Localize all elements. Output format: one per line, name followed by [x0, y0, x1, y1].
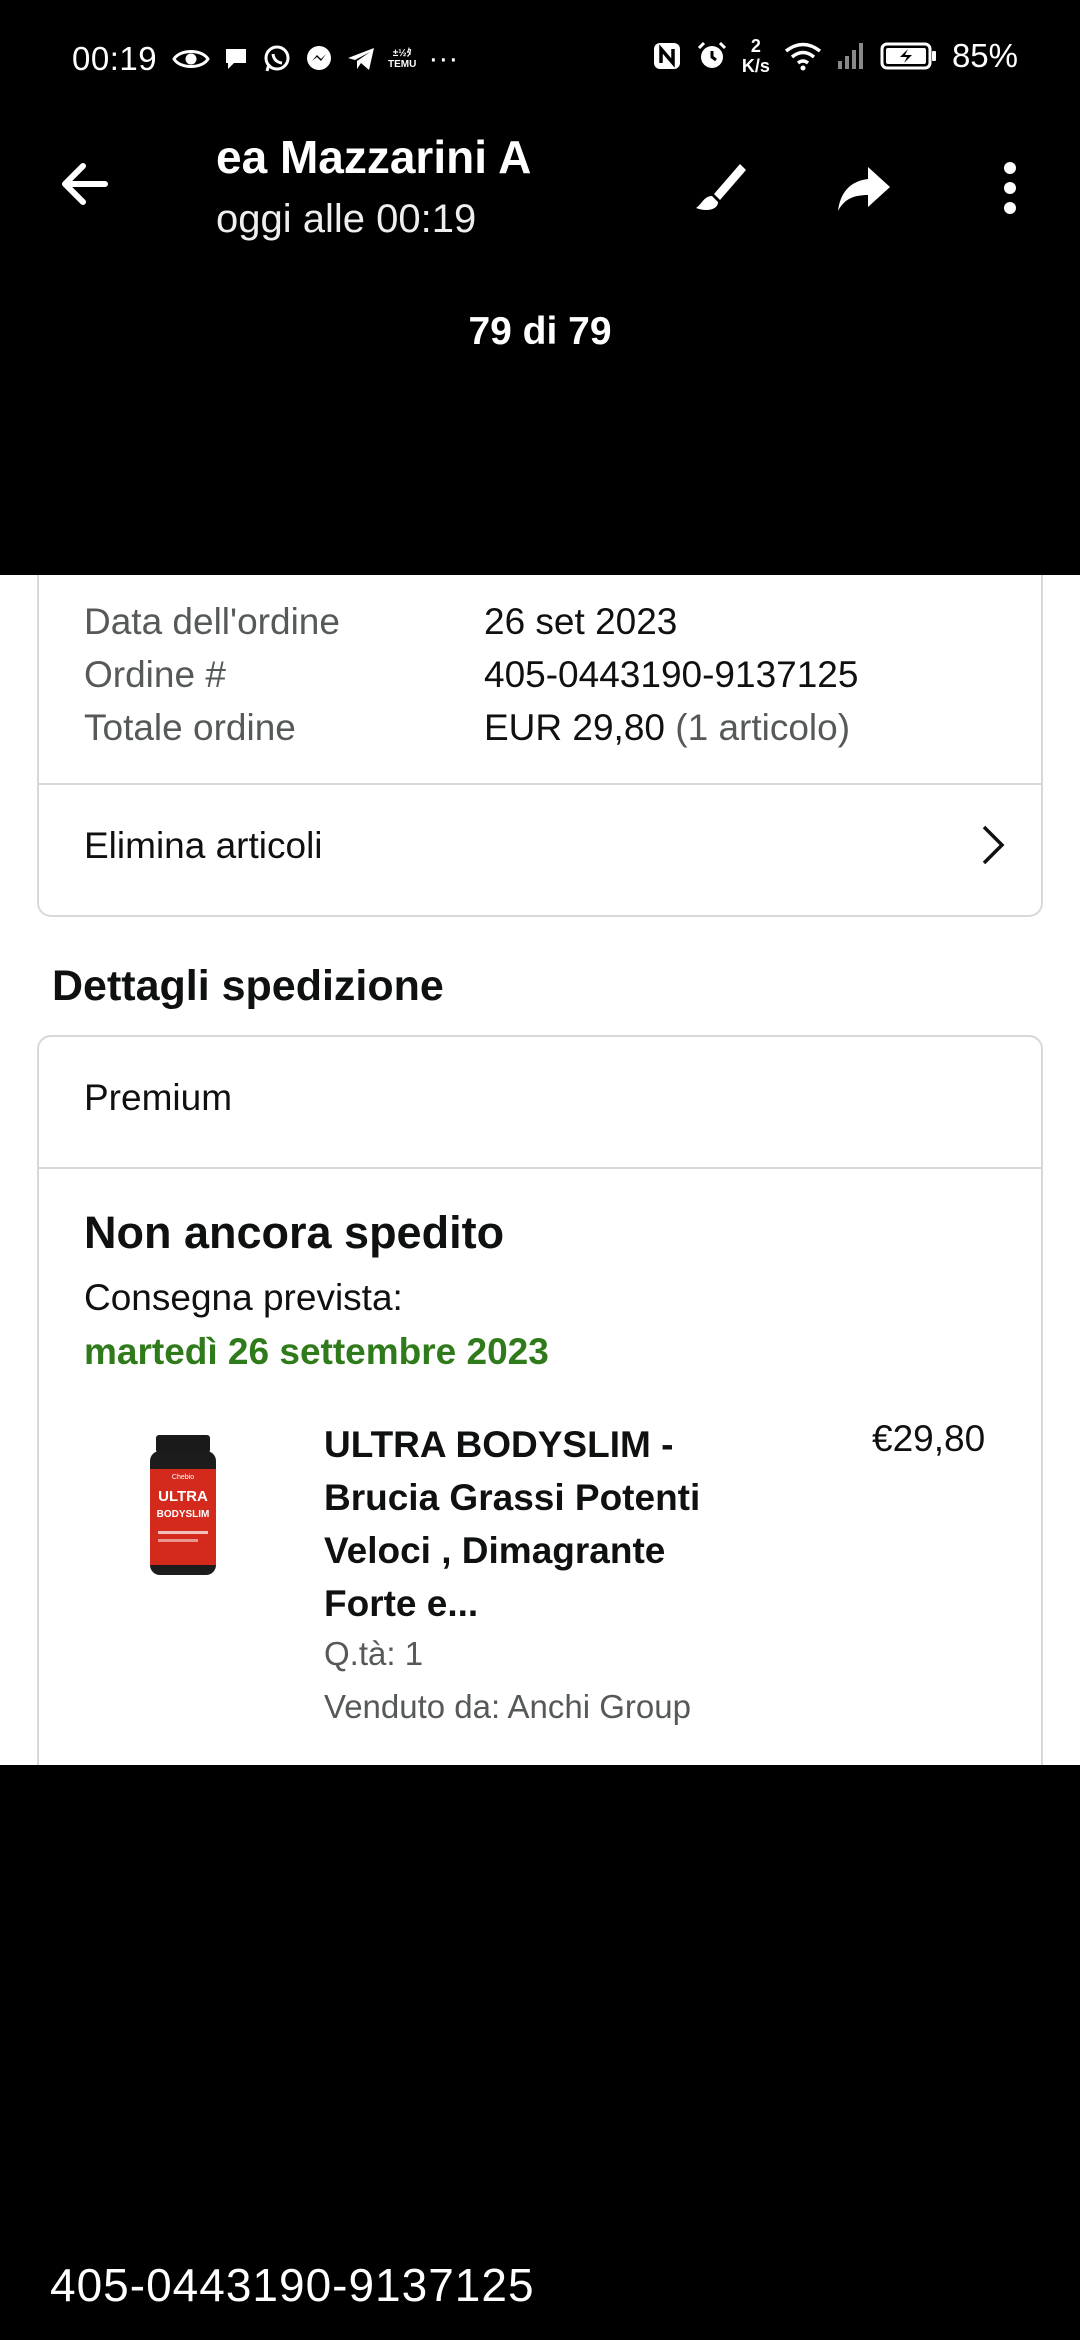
forward-button[interactable]	[832, 156, 896, 220]
delete-items-link[interactable]: Elimina articoli	[84, 825, 323, 867]
nfc-icon	[652, 41, 682, 71]
shipping-card	[37, 1035, 1043, 1765]
order-row: Totale ordine EUR 29,80 (1 articolo)	[84, 701, 858, 754]
more-dots-icon: ···	[428, 42, 459, 75]
product-seller: Venduto da: Anchi Group	[324, 1688, 691, 1725]
svg-text:ULTRA: ULTRA	[158, 1488, 208, 1505]
whatsapp-icon	[262, 44, 292, 74]
order-row-value: 405-0443190-9137125	[484, 654, 859, 695]
wifi-icon	[784, 41, 822, 71]
shipping-section-title: Dettagli spedizione	[52, 962, 444, 1010]
image-counter: 79 di 79	[468, 310, 612, 353]
order-item-count: (1 articolo)	[665, 707, 851, 748]
svg-text:BODYSLIM: BODYSLIM	[157, 1509, 210, 1520]
arrow-left-icon	[62, 163, 108, 205]
telegram-icon	[346, 44, 376, 74]
order-details: Data dell'ordine 26 set 2023 Ordine # 40…	[84, 595, 858, 754]
divider	[37, 1167, 1043, 1169]
notification-icons: ±½ﾀ TEMU ···	[172, 42, 459, 75]
product-price: €29,80	[872, 1418, 986, 1459]
system-icons: 2 K/s 85%	[652, 36, 1018, 76]
order-row-label: Totale ordine	[84, 707, 296, 748]
chat-bubble-icon	[222, 44, 250, 74]
product-quantity: Q.tà: 1	[324, 1635, 424, 1672]
svg-text:Chebio: Chebio	[172, 1474, 194, 1481]
shared-image[interactable]: Data dell'ordine 26 set 2023 Ordine # 40…	[0, 575, 1080, 1765]
order-row-label: Data dell'ordine	[84, 601, 340, 642]
messenger-icon	[304, 44, 334, 74]
image-caption: 405-0443190-9137125	[50, 2259, 535, 2311]
battery-percent: 85%	[951, 37, 1018, 74]
back-button[interactable]	[52, 152, 116, 216]
order-row: Data dell'ordine 26 set 2023	[84, 595, 858, 648]
viewer-toolbar: ea Mazzarini A oggi alle 00:19	[0, 120, 1080, 270]
divider	[37, 783, 1043, 785]
shipment-status: Non ancora spedito	[84, 1207, 505, 1258]
sender-name: ea Mazzarini A	[216, 131, 532, 183]
network-speed: 2 K/s	[741, 36, 770, 76]
shipping-service: Premium	[84, 1077, 233, 1118]
chevron-right-icon	[978, 823, 1008, 872]
product-title-link[interactable]: ULTRA BODYSLIM - Brucia Grassi Potenti V…	[324, 1418, 744, 1630]
signal-icon	[836, 41, 866, 71]
alarm-icon	[696, 41, 728, 71]
status-time: 00:19	[72, 40, 158, 77]
order-row-label: Ordine #	[84, 654, 226, 695]
forward-icon	[838, 167, 890, 211]
status-bar: 00:19 ±½ﾀ TEMU ··· 2 K/s 85%	[0, 0, 1080, 120]
eye-icon	[172, 44, 210, 74]
order-row-value: 26 set 2023	[484, 601, 678, 642]
battery-charging-icon	[880, 41, 938, 71]
delivery-date: martedì 26 settembre 2023	[84, 1331, 549, 1372]
sent-time: oggi alle 00:19	[216, 197, 477, 241]
temu-icon: ±½ﾀ TEMU	[388, 48, 417, 70]
order-row: Ordine # 405-0443190-9137125	[84, 648, 858, 701]
edit-button[interactable]	[688, 156, 752, 220]
brush-icon	[696, 164, 746, 210]
kebab-menu-icon	[1004, 162, 1016, 214]
delivery-label: Consegna prevista:	[84, 1277, 403, 1318]
order-row-value: EUR 29,80	[484, 707, 665, 748]
more-options-button[interactable]	[978, 156, 1042, 220]
product-image[interactable]: Chebio ULTRA BODYSLIM	[146, 1435, 220, 1575]
